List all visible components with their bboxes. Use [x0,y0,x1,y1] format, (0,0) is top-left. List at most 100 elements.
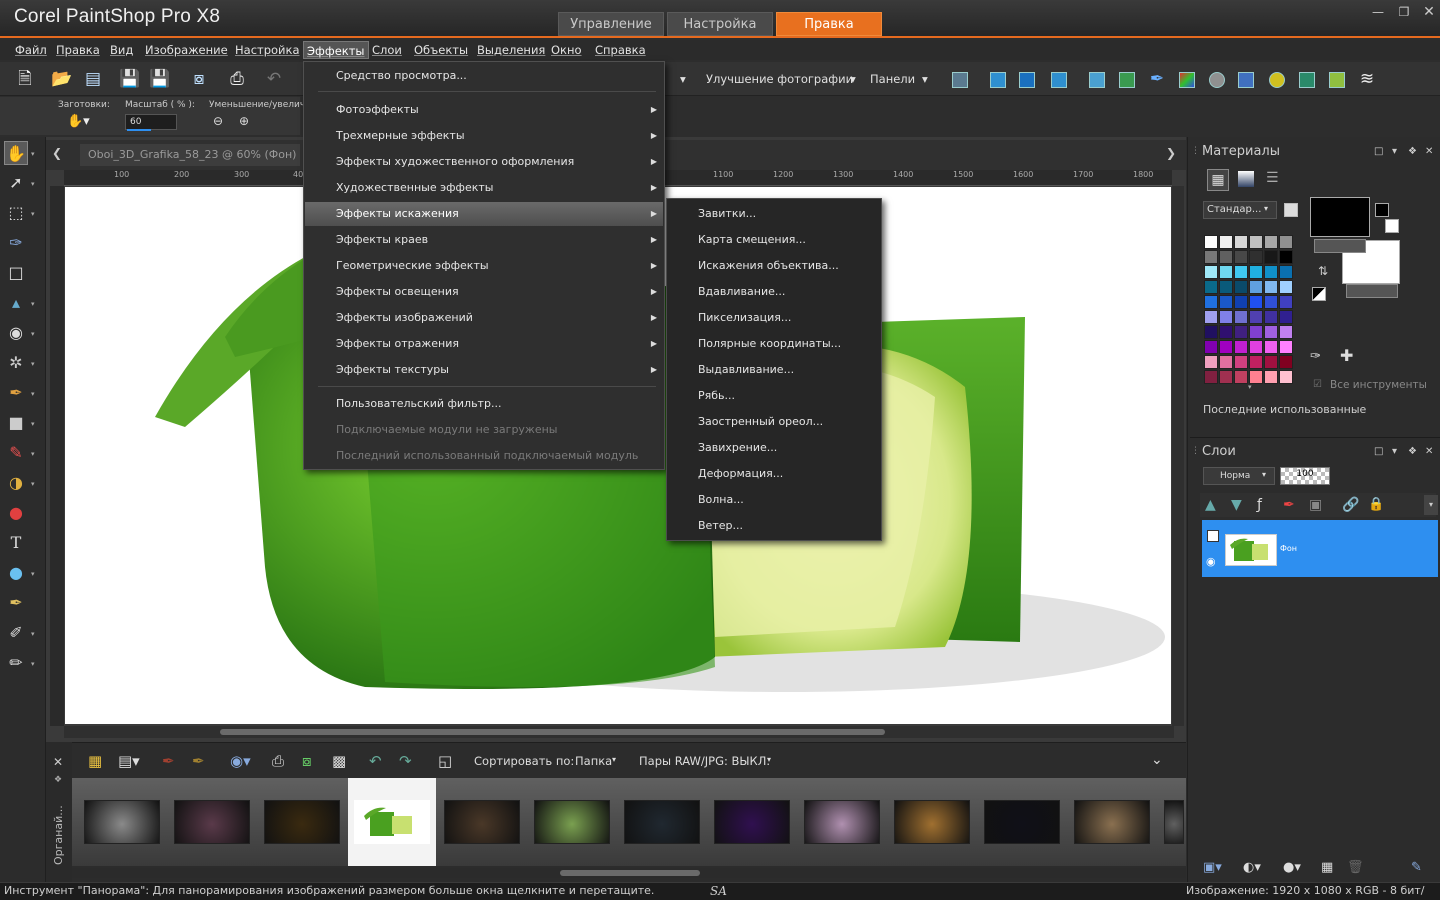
color-swatch[interactable] [1264,355,1278,369]
menu-layers[interactable]: Слои [369,41,405,59]
color-swatch[interactable] [1204,370,1218,384]
brush-tool-icon[interactable]: ✒ [4,381,28,405]
pan-tool-icon[interactable]: ✋ [4,141,28,165]
eye-icon[interactable]: ◉ [1206,555,1216,568]
makeover-icon[interactable] [1269,72,1285,88]
menu-window[interactable]: Окно [548,41,585,59]
add-swatch-icon[interactable]: ✚ [1340,346,1353,365]
chevron-down-icon[interactable]: ▾ [31,570,35,578]
pin-icon[interactable]: ❖ [1408,446,1417,457]
menu-item-texture-effects[interactable]: Эффекты текстуры ▶ [305,358,663,382]
layer-properties-icon[interactable]: ✎ [1411,860,1422,875]
chevron-down-icon[interactable]: ▾ [1262,470,1266,479]
thumbnail[interactable] [174,800,250,844]
filter-icon[interactable] [1209,72,1225,88]
warp-brush-tool-icon[interactable]: ✐ [4,621,28,645]
color-swatch[interactable] [1219,280,1233,294]
merge-icon[interactable]: ▦ [1321,860,1333,875]
sort-dropdown[interactable]: Папка [575,754,612,768]
thumbnail[interactable] [264,800,340,844]
slideshow-icon[interactable]: ▩ [332,752,346,770]
color-swatch[interactable] [1279,250,1293,264]
color-swatch[interactable] [1204,235,1218,249]
color-swatch[interactable] [1219,325,1233,339]
color-swatch[interactable] [1219,235,1233,249]
color-swatch[interactable] [1204,340,1218,354]
chevron-down-icon[interactable]: ▾ [31,330,35,338]
rotate-left-icon[interactable]: ↶ [369,752,382,770]
close-icon[interactable]: ✕ [53,755,63,769]
color-swatch[interactable] [1249,280,1263,294]
menu-item-user-defined-filter[interactable]: Пользовательский фильтр... [305,392,663,416]
chevron-down-icon[interactable]: ▾ [1248,383,1252,391]
fg-swatch-small[interactable] [1375,203,1389,217]
new-file-icon[interactable]: 🗎 [14,68,36,90]
color-swatch[interactable] [1204,265,1218,279]
swatch-grid-icon[interactable]: ▦ [1207,169,1229,191]
color-swatch[interactable] [1249,325,1263,339]
chevron-down-icon[interactable]: ▾ [31,630,35,638]
color-swatch[interactable] [1279,355,1293,369]
fit-window-icon[interactable] [990,72,1006,88]
panels-menu[interactable]: Панели [870,72,915,86]
adjust-tab-icon[interactable]: ☰ [1266,170,1279,186]
enhance-chevron-icon[interactable]: ▾ [680,72,686,86]
color-replacer-tool-icon[interactable]: ● [4,501,28,525]
tab-edit[interactable]: Правка [776,12,882,36]
pick-tool-icon[interactable]: ➚ [4,171,28,195]
chevron-down-icon[interactable]: ▾ [31,390,35,398]
eraser-tool-icon[interactable]: ✎ [4,441,28,465]
pen-icon[interactable]: ✒ [1146,68,1168,90]
maximize-icon[interactable]: □ [1374,446,1383,457]
color-swatch[interactable] [1279,265,1293,279]
organizer-scroll-thumb[interactable] [560,870,700,876]
chevron-down-icon[interactable]: ▾ [1424,495,1438,515]
submenu-item-curlicues[interactable]: Завитки... [667,201,881,227]
menu-item-art-media-effects[interactable]: Эффекты художественного оформления ▶ [305,150,663,174]
menu-item-photo-effects[interactable]: Фотоэффекты ▶ [305,98,663,122]
color-swatch[interactable] [1204,250,1218,264]
submenu-item-polar-coordinates[interactable]: Полярные координаты... [667,331,881,357]
bg-swatch-small[interactable] [1385,219,1399,233]
submenu-item-wind[interactable]: Ветер... [667,513,881,539]
grip-icon[interactable]: ⋮ [1191,146,1200,156]
zoom-in-icon[interactable]: ⊕ [239,114,249,128]
print-icon[interactable]: ⎙ [272,752,284,770]
chevron-down-icon[interactable]: ▾ [31,450,35,458]
maximize-icon[interactable]: □ [1374,146,1383,157]
color-swatch[interactable] [1219,370,1233,384]
color-swatch[interactable] [1264,280,1278,294]
photo-icon[interactable] [1299,72,1315,88]
color-swatch[interactable] [1264,325,1278,339]
navigation-icon[interactable]: ▦ [88,752,102,770]
print-icon[interactable]: ⎙ [226,68,248,90]
close-icon[interactable]: ✕ [1425,146,1433,157]
chevron-down-icon[interactable]: ▾ [612,755,616,764]
actual-size-icon[interactable] [1019,72,1035,88]
color-swatch[interactable] [1219,295,1233,309]
color-swatch[interactable] [1279,325,1293,339]
swap-colors-icon[interactable]: ⇅ [1318,264,1328,278]
chevron-down-icon[interactable]: ▾ [31,300,35,308]
pen-tool-icon[interactable]: ✒ [4,591,28,615]
color-swatch[interactable] [1204,295,1218,309]
menu-item-artistic-effects[interactable]: Художественные эффекты ▶ [305,176,663,200]
canvas-hscroll-thumb[interactable] [220,729,885,735]
red-eye-tool-icon[interactable]: ◉ [4,321,28,345]
fx-layer-icon[interactable]: ƒ [1257,497,1262,513]
undo-icon[interactable]: ↶ [263,68,285,90]
zoom-input[interactable]: 60 [125,114,177,130]
color-balance-icon[interactable] [1179,72,1195,88]
gradient-tool-icon[interactable]: ■ [4,411,28,435]
layout-icon[interactable] [952,72,968,88]
zoom-out-icon[interactable]: ⊖ [213,114,223,128]
color-swatch[interactable] [1204,355,1218,369]
color-swatch[interactable] [1219,355,1233,369]
color-swatch[interactable] [1219,340,1233,354]
view-menu-icon[interactable]: ▤▾ [118,752,140,770]
color-swatch[interactable] [1234,310,1248,324]
close-icon[interactable]: ✕ [1425,446,1433,457]
pin-icon[interactable]: ❖ [54,775,62,785]
straighten-tool-icon[interactable]: ▴ [4,291,28,315]
chevron-down-icon[interactable]: ▾ [31,480,35,488]
